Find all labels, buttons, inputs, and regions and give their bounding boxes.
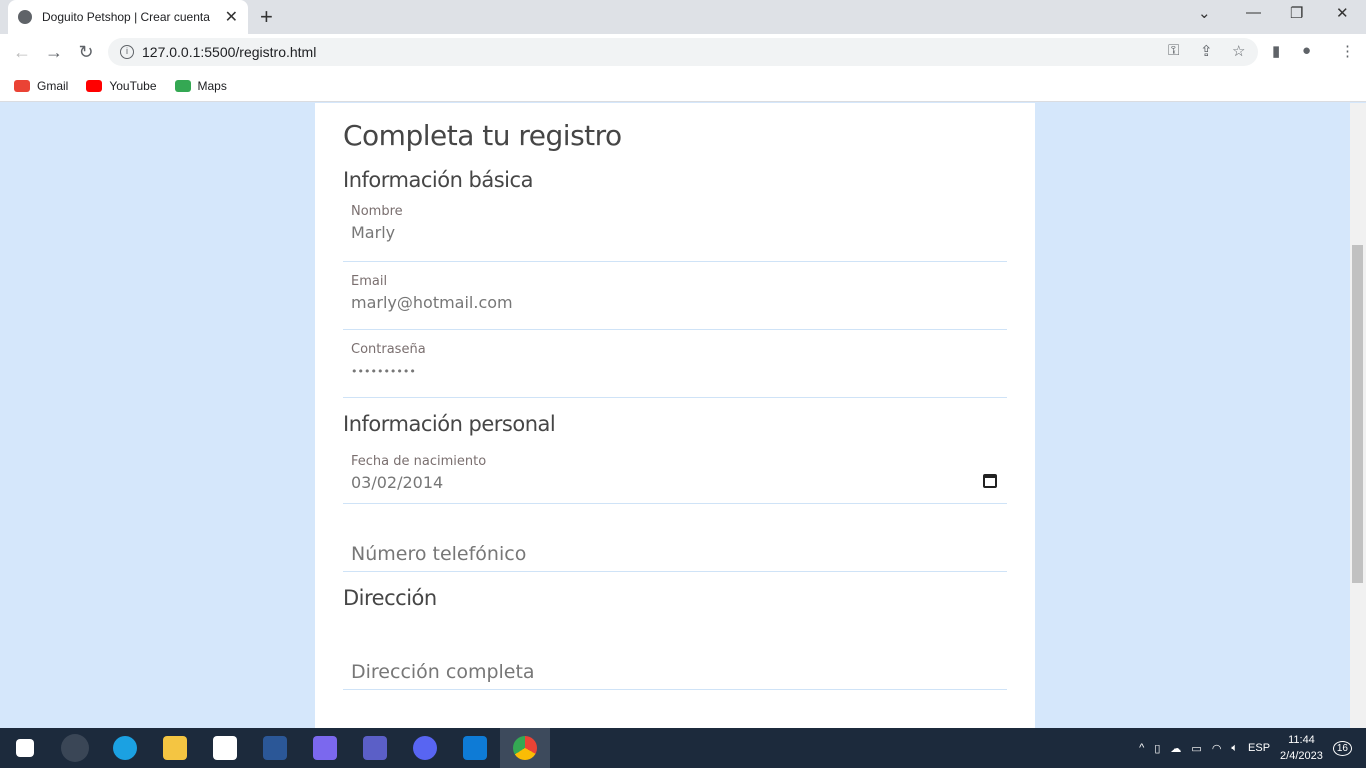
scrollbar[interactable] — [1350, 103, 1366, 728]
nombre-label: Nombre — [351, 204, 403, 219]
birthdate-value: 03/02/2014 — [351, 473, 444, 492]
star-icon[interactable]: ☆ — [1232, 42, 1245, 60]
start-button[interactable] — [0, 728, 50, 768]
password-value: •••••••••• — [351, 365, 416, 378]
bookmarks-bar: Gmail YouTube Maps — [0, 70, 1366, 102]
folder-icon — [163, 736, 187, 760]
store-icon — [213, 736, 237, 760]
power-automate-icon — [313, 736, 337, 760]
nombre-field[interactable]: Nombre Marly — [343, 192, 1007, 262]
power-automate-app[interactable] — [300, 728, 350, 768]
password-label: Contraseña — [351, 342, 426, 357]
info-icon[interactable]: i — [120, 45, 134, 59]
share-icon[interactable]: ⇪ — [1200, 42, 1213, 60]
url-text: 127.0.0.1:5500/registro.html — [142, 44, 317, 60]
meet-icon[interactable]: ▯ — [1154, 742, 1160, 755]
browser-tab[interactable]: Doguito Petshop | Crear cuenta ✕ — [8, 0, 248, 34]
email-label: Email — [351, 274, 388, 289]
search-button[interactable] — [50, 728, 100, 768]
browser-toolbar: ← → ↻ i 127.0.0.1:5500/registro.html ⚿ ⇪… — [0, 34, 1366, 70]
time: 11:44 — [1288, 734, 1315, 746]
bookmark-youtube[interactable]: YouTube — [86, 79, 157, 93]
section-address: Dirección — [343, 586, 437, 610]
profile-icon[interactable]: ● — [1302, 42, 1311, 59]
taskbar: ^ ▯ ☁ ▭ ◠ 🔈︎ ESP 11:44 2/4/2023 16 — [0, 728, 1366, 768]
store-app[interactable] — [200, 728, 250, 768]
word-icon — [263, 736, 287, 760]
clock[interactable]: 11:44 2/4/2023 — [1280, 732, 1323, 764]
chrome-icon — [513, 736, 537, 760]
section-personal: Información personal — [343, 412, 556, 436]
volume-icon[interactable]: 🔈︎ — [1231, 742, 1238, 755]
phone-field[interactable]: Número telefónico — [343, 504, 1007, 572]
birthdate-field[interactable]: Fecha de nacimiento 03/02/2014 — [343, 436, 1007, 504]
bookmark-gmail[interactable]: Gmail — [14, 79, 68, 93]
birthdate-label: Fecha de nacimiento — [351, 454, 487, 469]
tab-strip: Doguito Petshop | Crear cuenta ✕ + ⌄ — ❐… — [0, 0, 1366, 34]
discord-app[interactable] — [400, 728, 450, 768]
address-placeholder: Dirección completa — [351, 661, 535, 683]
forward-icon[interactable]: → — [38, 42, 70, 63]
battery-icon[interactable]: ▭ — [1191, 742, 1201, 755]
phone-placeholder: Número telefónico — [351, 543, 527, 565]
key-icon[interactable]: ⚿ — [1168, 42, 1179, 59]
gmail-icon — [14, 79, 30, 92]
tab-title: Doguito Petshop | Crear cuenta — [42, 10, 210, 24]
minimize-button[interactable]: — — [1246, 4, 1261, 21]
notifications-icon[interactable]: 16 — [1332, 740, 1352, 756]
vscode-app[interactable] — [450, 728, 500, 768]
nombre-value: Marly — [351, 223, 396, 242]
system-tray: ^ ▯ ☁ ▭ ◠ 🔈︎ ESP 11:44 2/4/2023 16 — [1139, 728, 1366, 768]
language-indicator[interactable]: ESP — [1248, 742, 1270, 754]
side-panel-icon[interactable]: ▮ — [1272, 42, 1280, 60]
address-field[interactable]: Dirección completa — [343, 610, 1007, 690]
registration-form: Completa tu registro Información básica … — [315, 103, 1035, 728]
wifi-icon[interactable]: ◠ — [1212, 742, 1222, 755]
explorer-app[interactable] — [150, 728, 200, 768]
menu-icon[interactable]: ⋮ — [1340, 42, 1355, 60]
page-title: Completa tu registro — [343, 119, 622, 152]
scrollbar-thumb[interactable] — [1352, 245, 1363, 583]
teams-icon — [363, 736, 387, 760]
email-value: marly@hotmail.com — [351, 293, 513, 312]
vscode-icon — [463, 736, 487, 760]
chevron-up-icon[interactable]: ^ — [1139, 742, 1144, 754]
new-tab-button[interactable]: + — [260, 4, 273, 30]
search-icon — [61, 734, 89, 762]
back-icon[interactable]: ← — [6, 42, 38, 63]
teams-app[interactable] — [350, 728, 400, 768]
email-field[interactable]: Email marly@hotmail.com — [343, 262, 1007, 330]
windows-icon — [16, 739, 34, 757]
address-bar[interactable]: i 127.0.0.1:5500/registro.html — [108, 38, 1258, 66]
youtube-icon — [86, 79, 103, 92]
discord-icon — [413, 736, 437, 760]
word-app[interactable] — [250, 728, 300, 768]
restore-button[interactable]: ❐ — [1290, 4, 1303, 22]
close-tab-icon[interactable]: ✕ — [225, 7, 238, 27]
bookmark-maps[interactable]: Maps — [174, 79, 227, 93]
reload-icon[interactable]: ↻ — [70, 42, 102, 63]
section-basic: Información básica — [343, 168, 533, 192]
cloud-icon[interactable]: ☁ — [1170, 742, 1181, 755]
page-viewport: Completa tu registro Información básica … — [0, 103, 1350, 728]
edge-icon — [113, 736, 137, 760]
globe-icon — [18, 10, 32, 24]
calendar-icon[interactable] — [983, 474, 997, 488]
close-window-button[interactable]: ✕ — [1336, 4, 1349, 22]
date: 2/4/2023 — [1280, 750, 1323, 762]
edge-app[interactable] — [100, 728, 150, 768]
tab-search-icon[interactable]: ⌄ — [1198, 4, 1211, 22]
maps-icon — [174, 79, 191, 92]
chrome-app[interactable] — [500, 728, 550, 768]
password-field[interactable]: Contraseña •••••••••• — [343, 330, 1007, 398]
